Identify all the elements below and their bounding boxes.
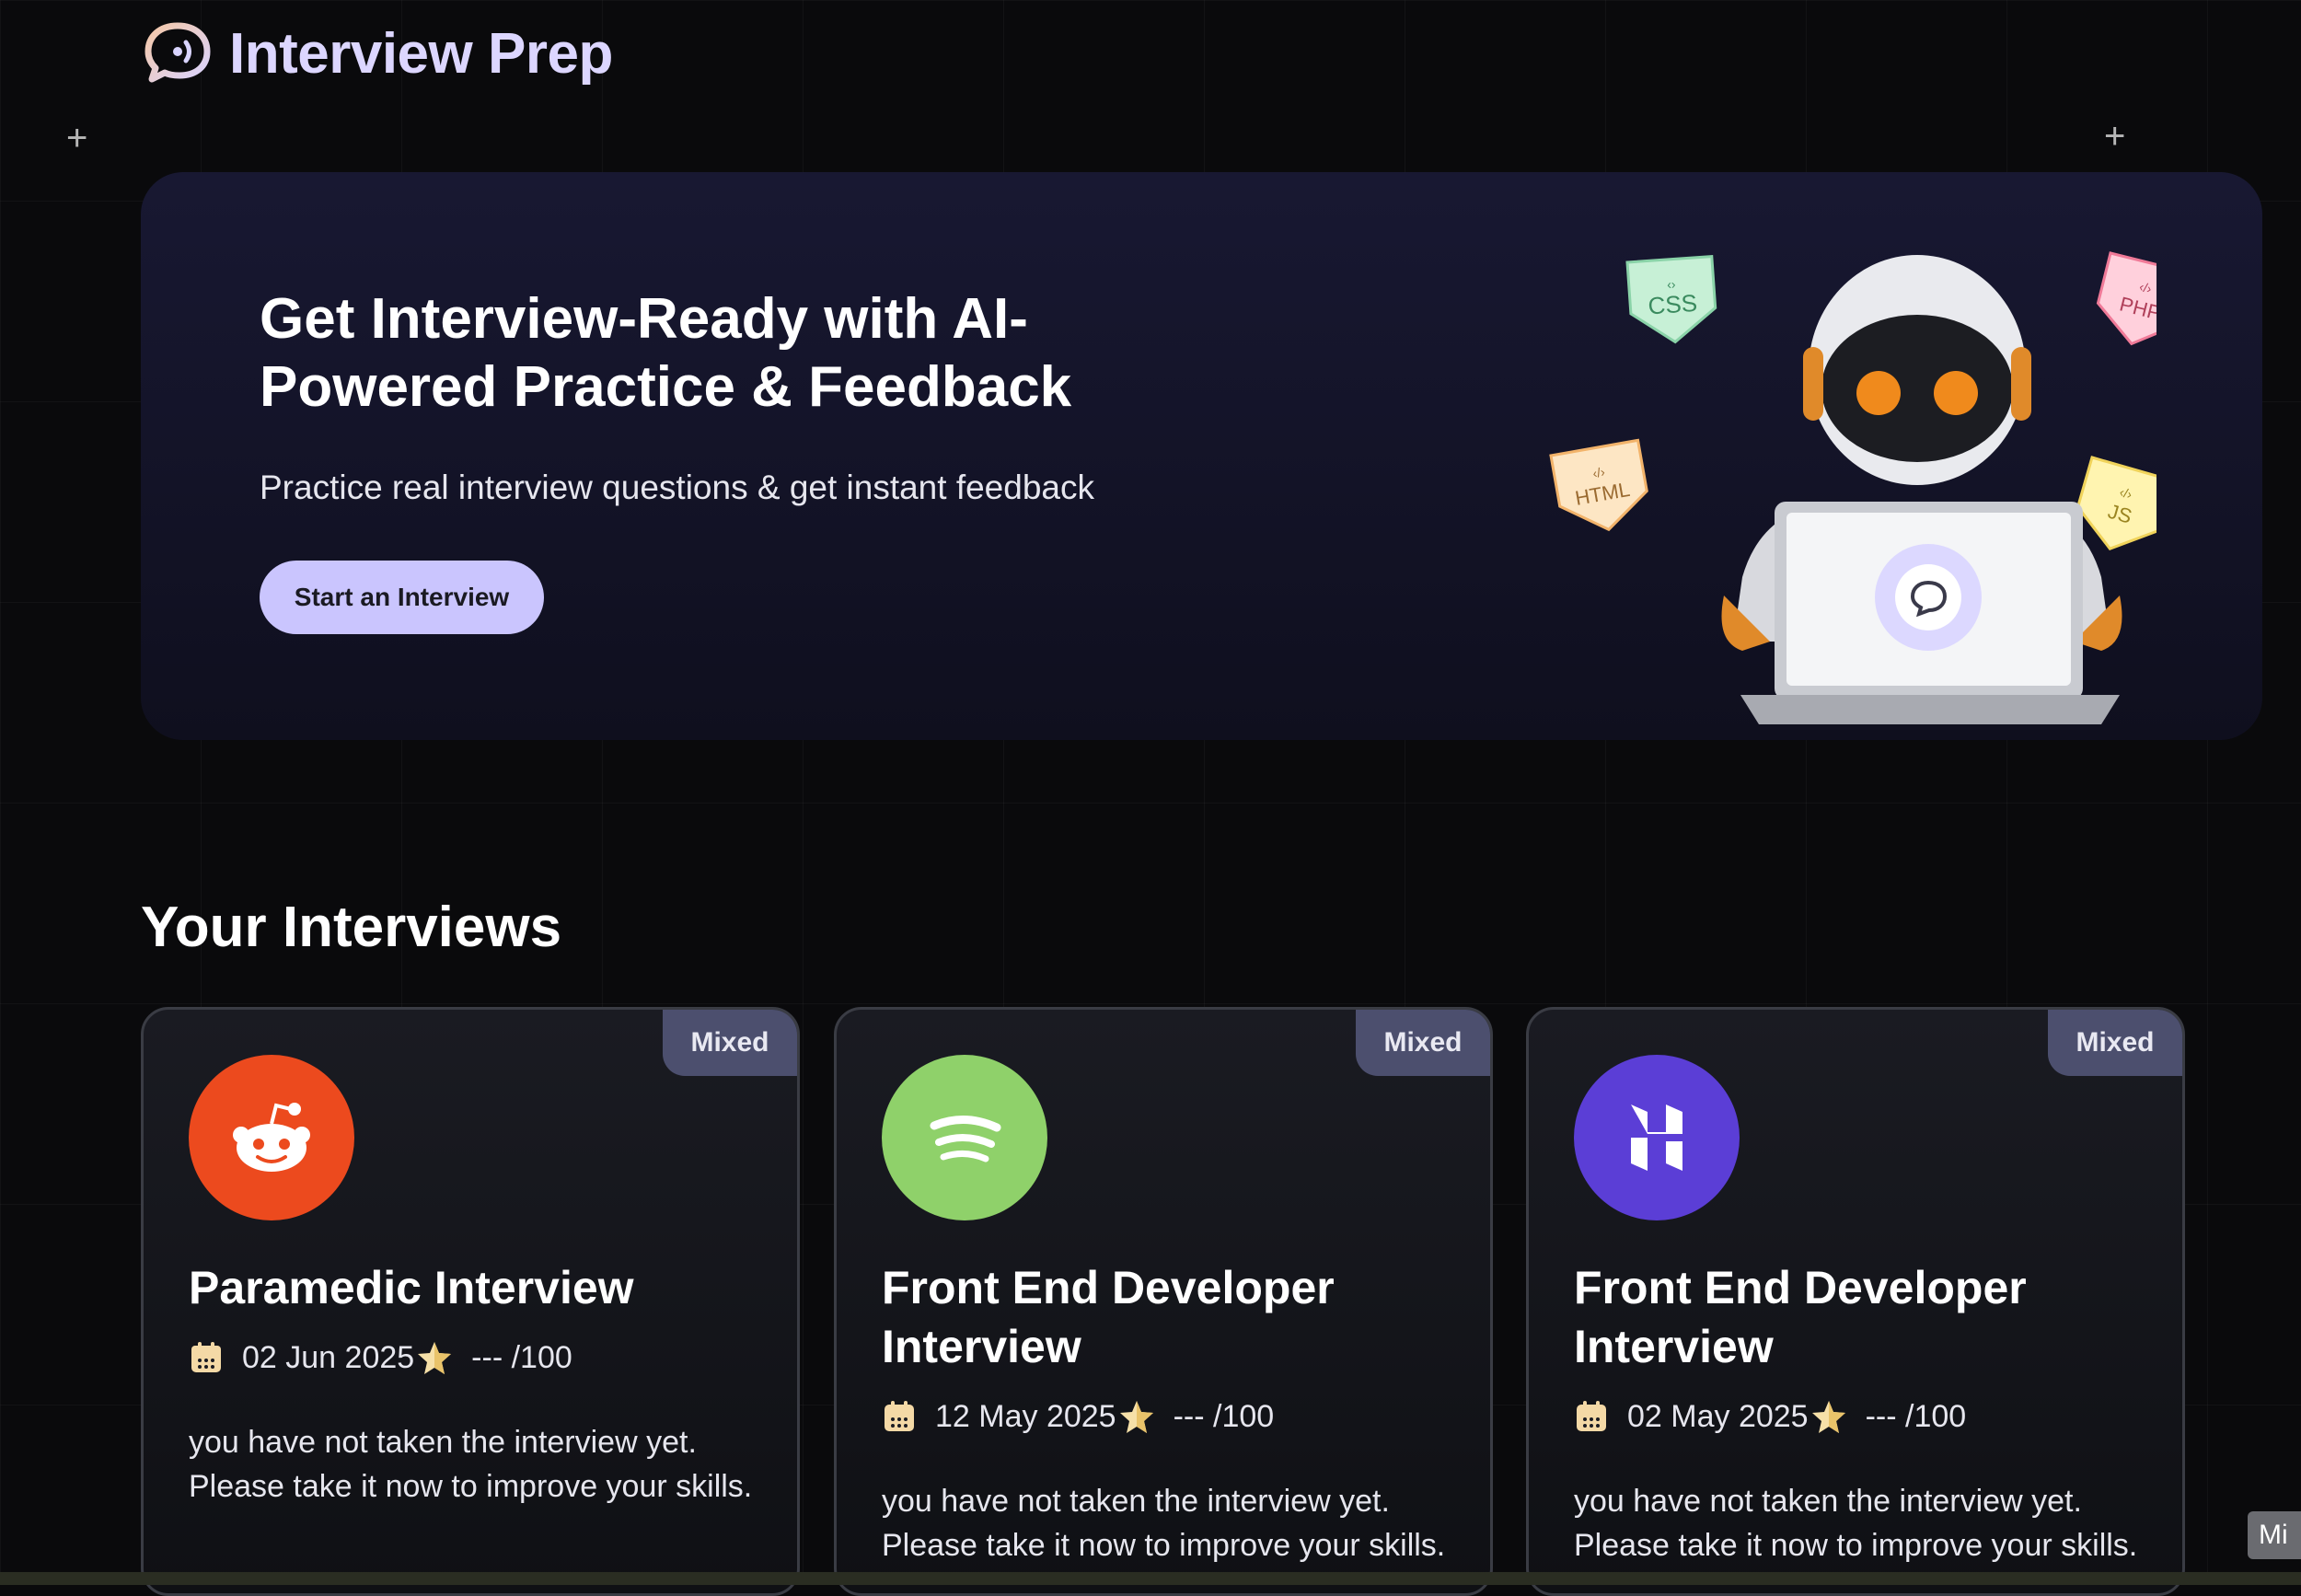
calendar-icon [1577,1401,1606,1431]
interview-type-badge: Mixed [2048,1010,2182,1076]
start-interview-button[interactable]: Start an Interview [260,561,544,634]
css-tag-icon: ‹› CSS [1625,254,1717,344]
star-icon [1811,1401,1845,1433]
interview-meta: 02 Jun 2025 --- /100 [189,1339,572,1376]
interview-card[interactable]: Mixed Front End Developer Interview 12 M… [834,1007,1493,1596]
interview-description: you have not taken the interview yet. Pl… [189,1425,753,1504]
php-tag-icon: ‹/› PHP [2096,251,2156,346]
interview-title: Paramedic Interview [189,1262,634,1313]
interview-card[interactable]: Mixed Paramedic Interview 02 Jun 2025 --… [141,1007,800,1596]
interview-score: --- /100 [1173,1398,1275,1434]
hero-subtitle: Practice real interview questions & get … [260,468,1094,506]
sparkle-icon: + [66,118,88,158]
interview-description: you have not taken the interview yet. Pl… [882,1484,1446,1563]
interview-date: 02 Jun 2025 [242,1339,415,1375]
interview-date: 12 May 2025 [935,1398,1116,1434]
star-icon [418,1342,452,1374]
interview-description: you have not taken the interview yet. Pl… [1574,1484,2138,1563]
interview-score: --- /100 [1865,1398,1967,1434]
hero-banner: Get Interview-Ready with AI-Powered Prac… [141,172,2262,740]
interview-type-badge: Mixed [1356,1010,1490,1076]
interview-title: Front End Developer Interview [882,1262,1335,1372]
html-tag-icon: ‹/› HTML [1549,438,1648,532]
robot-illustration: ‹› CSS ‹/› PHP ‹/› HTML ‹/› JS [1549,251,2156,724]
hero-title: Get Interview-Ready with AI-Powered Prac… [260,287,1072,419]
sparkle-icon: + [2104,116,2126,156]
interview-type-badge: Mixed [663,1010,797,1076]
star-icon [1119,1401,1153,1433]
css-tag-label: CSS [1648,289,1698,320]
interview-card[interactable]: Mixed Front End Developer Interview 02 M… [1526,1007,2185,1596]
app-title: Interview Prep [229,21,613,86]
floating-chip[interactable]: Mi [2248,1511,2301,1559]
hostinger-logo-icon [1574,1055,1740,1220]
interview-title: Front End Developer Interview [1574,1262,2027,1372]
spotify-logo-icon [882,1055,1047,1220]
interview-meta: 12 May 2025 --- /100 [882,1398,1274,1435]
calendar-icon [885,1401,914,1431]
section-title: Your Interviews [141,896,562,959]
app-header: Interview Prep [141,17,613,90]
bottom-strip [0,1572,2301,1585]
interview-score: --- /100 [471,1339,572,1375]
calendar-icon [191,1342,221,1372]
interview-meta: 02 May 2025 --- /100 [1574,1398,1966,1435]
interview-date: 02 May 2025 [1627,1398,1809,1434]
chat-bubble-icon [145,22,211,83]
reddit-logo-icon [189,1055,354,1220]
